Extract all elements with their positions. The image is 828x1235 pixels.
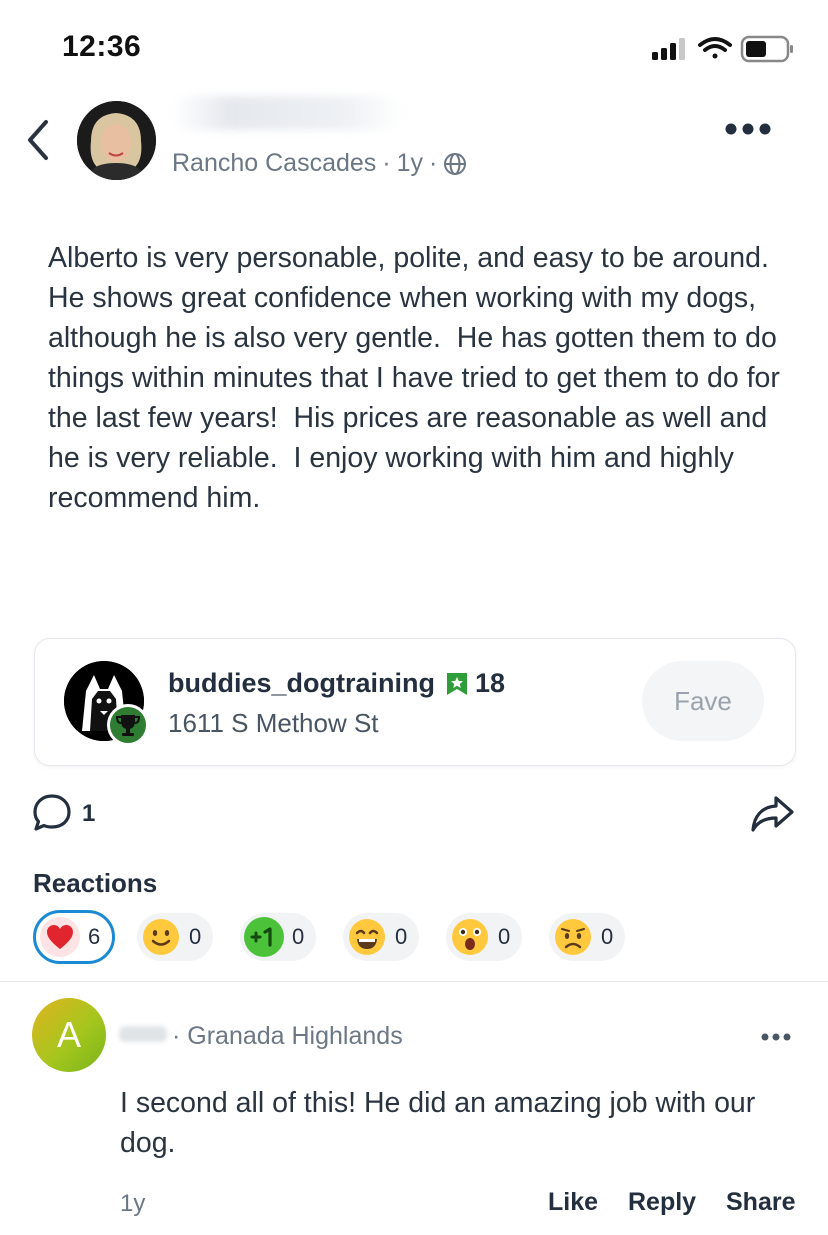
- wifi-icon: [698, 37, 732, 59]
- fave-ribbon-icon: [447, 672, 467, 695]
- wow-emoji-icon: [450, 917, 490, 957]
- reaction-count: 6: [88, 924, 101, 949]
- chevron-left-icon: [28, 120, 48, 160]
- reaction-sad[interactable]: 0: [549, 913, 626, 961]
- battery-icon: [740, 35, 793, 63]
- smile-emoji-icon: [141, 917, 181, 957]
- business-name[interactable]: buddies_dogtraining: [168, 668, 435, 699]
- post-body: Alberto is very personable, polite, and …: [48, 242, 788, 514]
- post-meta: Rancho Cascades · 1y ·: [172, 149, 467, 178]
- plus-one-icon: [244, 917, 284, 957]
- comment-more-button[interactable]: [760, 1030, 792, 1042]
- reaction-wow[interactable]: 0: [446, 913, 523, 961]
- trophy-badge: [107, 704, 149, 746]
- author-location[interactable]: Rancho Cascades: [172, 149, 376, 178]
- status-icons: [650, 34, 795, 68]
- more-horizontal-icon: [725, 123, 771, 135]
- reaction-laugh[interactable]: 0: [343, 913, 420, 961]
- reply-button[interactable]: Reply: [628, 1188, 696, 1217]
- comment-age: 1y: [120, 1190, 146, 1217]
- back-button[interactable]: [22, 116, 58, 164]
- reaction-count: 0: [395, 924, 408, 949]
- comment-button[interactable]: [31, 792, 73, 834]
- more-options-button[interactable]: [724, 120, 772, 138]
- signal-icon: [652, 38, 685, 60]
- commenter-avatar[interactable]: A: [32, 998, 106, 1072]
- reactions-title: Reactions: [33, 868, 158, 898]
- comment-icon: [33, 794, 71, 831]
- reaction-count: 0: [292, 924, 305, 949]
- fave-button[interactable]: Fave: [642, 661, 764, 741]
- status-time: 12:36: [62, 30, 142, 63]
- globe-icon: [444, 152, 467, 175]
- share-icon: [751, 796, 794, 832]
- more-horizontal-icon: [761, 1033, 791, 1041]
- divider: [0, 981, 828, 982]
- comment-text: I second all of this! He did an amazing …: [120, 1087, 756, 1159]
- share-comment-button[interactable]: Share: [726, 1188, 795, 1217]
- sad-emoji-icon: [553, 917, 593, 957]
- reaction-count: 0: [189, 924, 202, 949]
- comment-count: 1: [82, 800, 96, 827]
- reaction-plus-one[interactable]: 0: [240, 913, 317, 961]
- share-button[interactable]: [748, 792, 796, 836]
- business-name-row[interactable]: buddies_dogtraining 18: [168, 668, 505, 699]
- reaction-smile[interactable]: 0: [137, 913, 214, 961]
- reaction-count: 0: [601, 924, 614, 949]
- post-age: 1y: [396, 149, 424, 177]
- heart-icon: [40, 917, 80, 957]
- like-button[interactable]: Like: [548, 1188, 598, 1217]
- author-avatar[interactable]: [77, 101, 156, 180]
- business-fave-count: 18: [475, 668, 506, 698]
- commenter-name-redacted: [119, 1026, 167, 1042]
- laugh-emoji-icon: [347, 917, 387, 957]
- business-address: 1611 S Methow St: [168, 708, 379, 738]
- commenter-location: · Granada Highlands: [172, 1022, 403, 1050]
- author-name-redacted: [172, 96, 402, 130]
- reaction-heart[interactable]: 6: [33, 910, 116, 964]
- trophy-icon: [115, 715, 141, 736]
- reaction-count: 0: [498, 924, 511, 949]
